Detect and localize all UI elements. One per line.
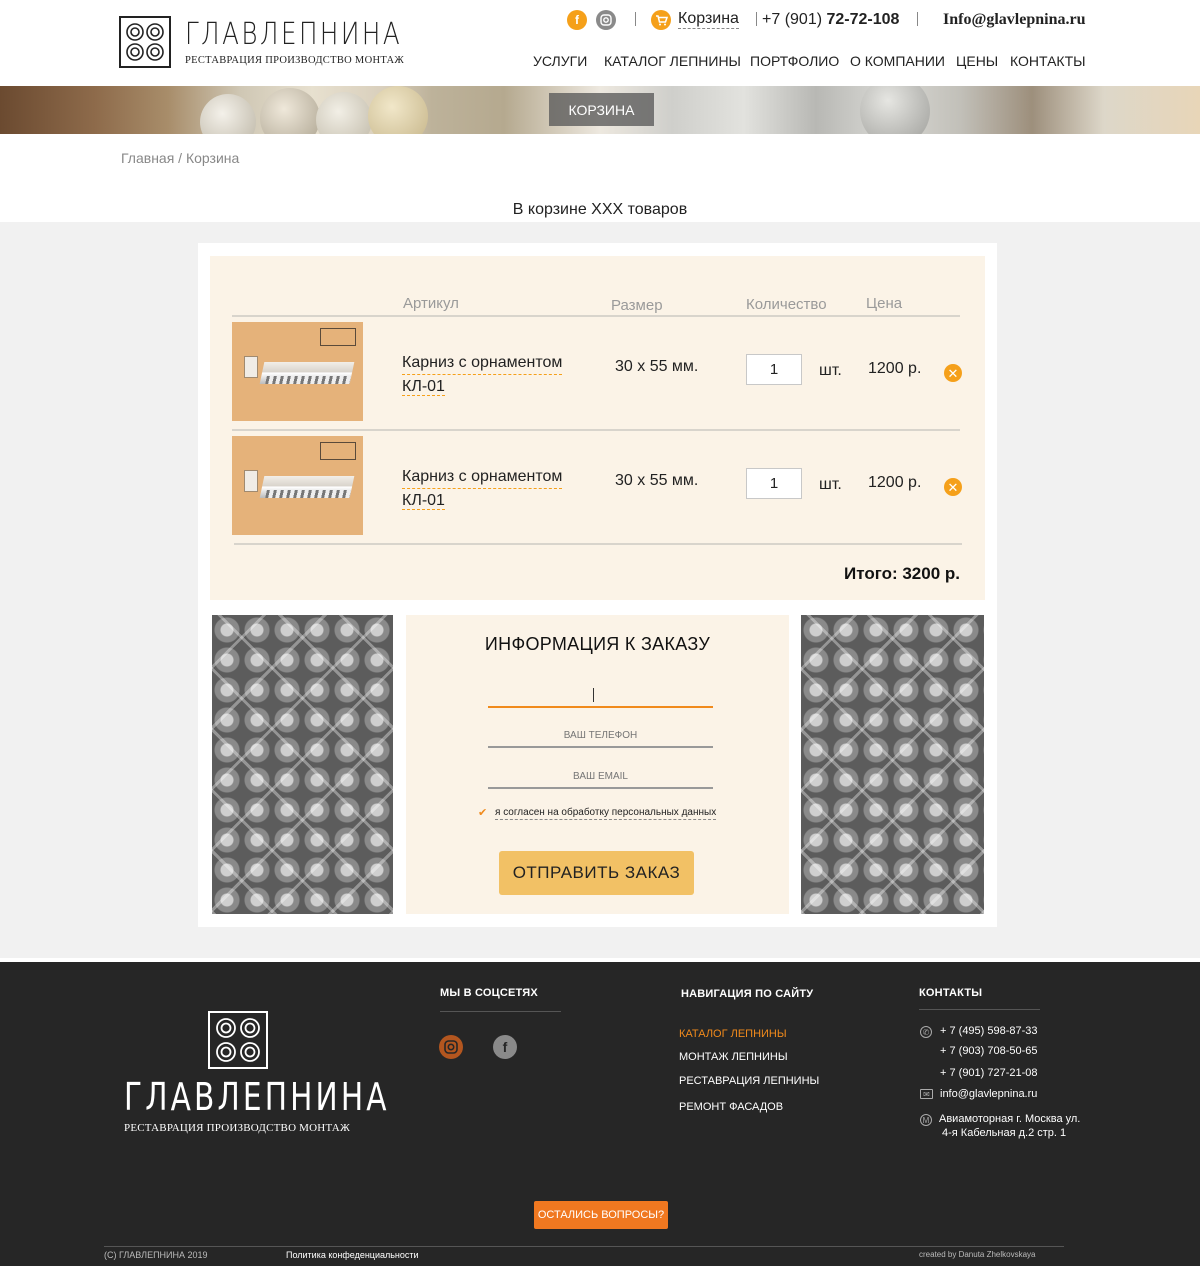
cart-total: Итого: 3200 р.	[844, 564, 960, 583]
footer-brand-tagline: РЕСТАВРАЦИЯ ПРОИЗВОДСТВО МОНТАЖ	[124, 1122, 351, 1134]
quantity-unit: шт.	[819, 476, 842, 493]
divider	[234, 543, 962, 545]
divider	[232, 315, 960, 317]
email-input-underline	[488, 787, 713, 789]
profile-icon	[244, 470, 258, 492]
consent-checkbox-label[interactable]: я согласен на обработку персональных дан…	[495, 807, 717, 820]
footer-nav-restoration[interactable]: РЕСТАВРАЦИЯ ЛЕПНИНЫ	[679, 1075, 819, 1087]
product-size: 30 х 55 мм.	[615, 358, 699, 375]
divider	[104, 1246, 1064, 1247]
phone-input[interactable]	[488, 724, 713, 746]
header-quantity: Количество	[746, 296, 827, 313]
product-title: Карниз с орнаментом	[402, 465, 563, 489]
email-input[interactable]	[488, 765, 713, 787]
page-title-tab: КОРЗИНА	[549, 93, 654, 126]
brand-name: ГЛАВЛЕПНИНА	[185, 17, 403, 52]
text-caret	[593, 688, 594, 702]
decorative-ceiling-image	[801, 615, 984, 914]
footer-nav-installation[interactable]: МОНТАЖ ЛЕПНИНЫ	[679, 1051, 788, 1063]
nav-item-services[interactable]: УСЛУГИ	[533, 53, 587, 69]
nav-item-catalog[interactable]: КАТАЛОГ ЛЕПНИНЫ	[604, 53, 741, 69]
header-email[interactable]: Info@glavlepnina.ru	[943, 11, 1085, 29]
footer-nav-heading: НАВИГАЦИЯ ПО САЙТУ	[681, 988, 814, 1000]
product-image[interactable]	[232, 322, 363, 421]
facebook-icon[interactable]: f	[567, 10, 587, 30]
name-input[interactable]	[488, 684, 713, 706]
submit-order-button[interactable]: ОТПРАВИТЬ ЗАКАЗ	[499, 851, 694, 895]
divider	[756, 12, 757, 26]
name-input-underline	[488, 706, 713, 708]
remove-icon[interactable]: ✕	[944, 478, 962, 496]
divider	[232, 429, 960, 431]
checkmark-icon[interactable]: ✔	[478, 806, 487, 819]
footer-phone-3[interactable]: + 7 (901) 727-21-08	[940, 1067, 1038, 1079]
mail-icon: ✉	[920, 1089, 933, 1099]
nav-item-contacts[interactable]: КОНТАКТЫ	[1010, 53, 1086, 69]
decorative-ceiling-image	[212, 615, 393, 914]
nav-item-portfolio[interactable]: ПОРТФОЛИО	[750, 53, 839, 69]
cart-icon[interactable]	[651, 10, 671, 30]
privacy-link[interactable]: Политика конфеденциальности	[286, 1250, 419, 1260]
header-article: Артикул	[403, 295, 459, 312]
product-name[interactable]: Карниз с орнаментом КЛ-01	[402, 351, 563, 398]
profile-icon	[244, 356, 258, 378]
header-phone[interactable]: +7 (901) 72-72-108	[762, 11, 899, 29]
product-code: КЛ-01	[402, 492, 445, 510]
questions-button[interactable]: ОСТАЛИСЬ ВОПРОСЫ?	[534, 1201, 668, 1229]
cart-link[interactable]: Корзина	[678, 10, 739, 29]
footer-social-heading: МЫ В СОЦСЕТЯХ	[440, 987, 538, 999]
copyright: (С) ГЛАВЛЕПНИНА 2019	[104, 1250, 208, 1260]
footer-address-line2: 4-я Кабельная д.2 стр. 1	[942, 1127, 1067, 1139]
footer-phone-1[interactable]: + 7 (495) 598-87-33	[940, 1025, 1038, 1037]
footer-contacts-heading: КОНТАКТЫ	[919, 987, 983, 999]
phone-input-underline	[488, 746, 713, 748]
nav-item-about[interactable]: О КОМПАНИИ	[850, 53, 945, 69]
cart-count: В корзине XXX товаров	[512, 201, 688, 218]
facebook-icon[interactable]: f	[493, 1035, 517, 1059]
footer-brand-name: ГЛАВЛЕПНИНА	[124, 1075, 390, 1119]
header-size: Размер	[611, 297, 663, 314]
divider	[440, 1011, 561, 1012]
product-price: 1200 р.	[868, 474, 922, 491]
quantity-unit: шт.	[819, 362, 842, 379]
header-price: Цена	[866, 295, 903, 312]
remove-icon[interactable]: ✕	[944, 364, 962, 382]
dentils-icon	[265, 490, 351, 498]
product-label-icon	[320, 442, 356, 460]
divider	[635, 12, 636, 26]
divider	[919, 1009, 1040, 1010]
product-name[interactable]: Карниз с орнаментом КЛ-01	[402, 465, 563, 512]
product-price: 1200 р.	[868, 360, 922, 377]
footer-address-line1: Авиамоторная г. Москва ул.	[939, 1113, 1081, 1125]
product-code: КЛ-01	[402, 378, 445, 396]
footer-nav-facades[interactable]: РЕМОНТ ФАСАДОВ	[679, 1101, 783, 1113]
phone-prefix: +7 (901)	[762, 11, 823, 28]
credits: created by Danuta Zhelkovskaya	[919, 1250, 1036, 1259]
footer-email[interactable]: info@glavlepnina.ru	[940, 1088, 1037, 1100]
quantity-input[interactable]: 1	[746, 354, 802, 385]
metro-icon: M	[920, 1114, 932, 1126]
instagram-icon[interactable]	[439, 1035, 463, 1059]
product-title: Карниз с орнаментом	[402, 351, 563, 375]
footer-phone-2[interactable]: + 7 (903) 708-50-65	[940, 1045, 1038, 1057]
order-form-title: ИНФОРМАЦИЯ К ЗАКАЗУ	[484, 634, 711, 654]
main-nav: УСЛУГИ КАТАЛОГ ЛЕПНИНЫ ПОРТФОЛИО О КОМПА…	[0, 53, 1200, 71]
nav-item-prices[interactable]: ЦЕНЫ	[956, 53, 998, 69]
product-size: 30 х 55 мм.	[615, 472, 699, 489]
product-image[interactable]	[232, 436, 363, 535]
instagram-icon[interactable]	[596, 10, 616, 30]
product-label-icon	[320, 328, 356, 346]
breadcrumb[interactable]: Главная / Корзина	[121, 150, 239, 166]
phone-number: 72-72-108	[826, 11, 900, 28]
divider	[917, 12, 918, 26]
footer-nav-catalog[interactable]: КАТАЛОГ ЛЕПНИНЫ	[679, 1028, 787, 1040]
site-header: ГЛАВЛЕПНИНА РЕСТАВРАЦИЯ ПРОИЗВОДСТВО МОН…	[0, 0, 1200, 86]
footer-logo-emblem-icon[interactable]	[208, 1011, 268, 1069]
quantity-input[interactable]: 1	[746, 468, 802, 499]
phone-icon: ✆	[920, 1026, 932, 1038]
dentils-icon	[265, 376, 351, 384]
